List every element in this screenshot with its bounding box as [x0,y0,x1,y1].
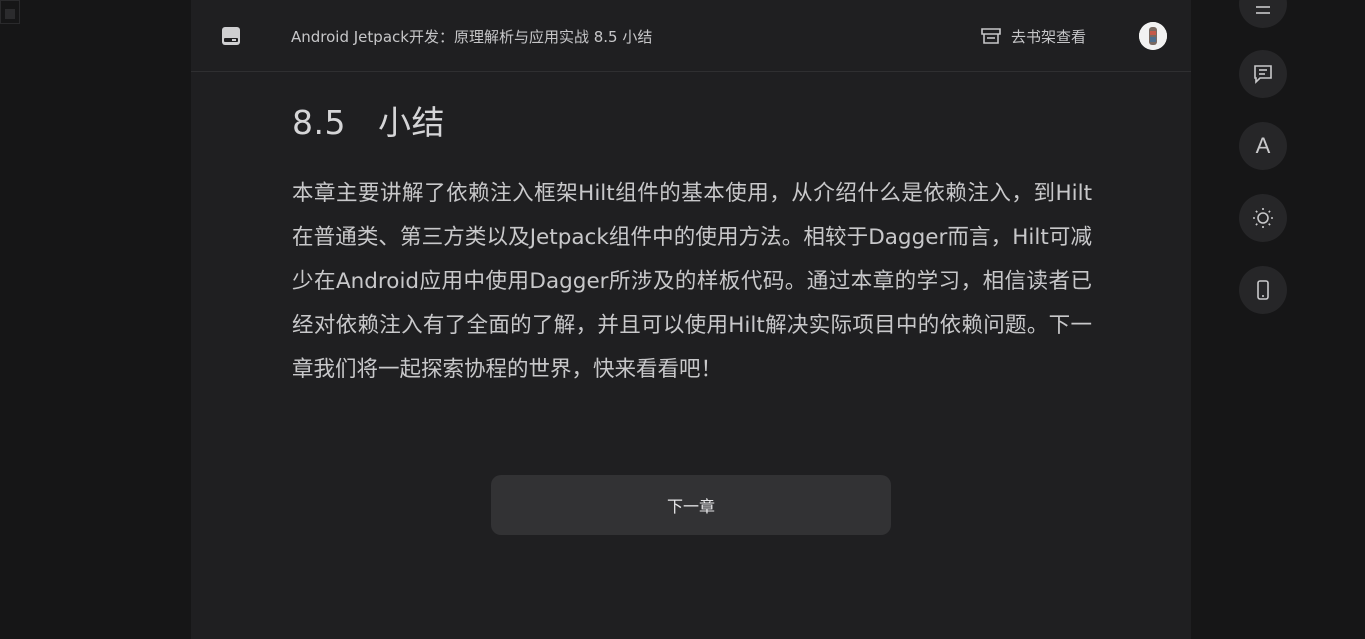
comment-button[interactable] [1239,50,1287,98]
menu-icon [1256,6,1270,14]
font-button[interactable]: A [1239,122,1287,170]
chapter-number: 8.5 [292,103,346,142]
next-chapter-button[interactable]: 下一章 [491,475,891,535]
chapter-body-text: 本章主要讲解了依赖注入框架Hilt组件的基本使用，从介绍什么是依赖注入，到Hil… [292,181,1092,382]
comment-icon [1254,65,1272,84]
menu-button[interactable] [1239,0,1287,28]
chapter-heading: 8.5 小结 [292,96,445,144]
avatar[interactable] [1139,22,1167,50]
bookshelf-icon [979,24,1003,48]
phone-icon [1257,280,1269,300]
book-title: Android Jetpack开发：原理解析与应用实战 8.5 小结 [291,28,653,46]
go-to-bookshelf-button[interactable]: 去书架查看 [979,24,1086,48]
font-icon: A [1255,133,1271,158]
chapter-title: 小结 [377,103,445,142]
reader-top-bar: Android Jetpack开发：原理解析与应用实战 8.5 小结 去书架查看 [191,0,1191,72]
window-corner-control [0,0,20,24]
reader-panel: Android Jetpack开发：原理解析与应用实战 8.5 小结 去书架查看… [191,0,1191,639]
brightness-icon [1253,208,1273,228]
book-icon[interactable] [221,26,241,46]
phone-read-button[interactable] [1239,266,1287,314]
bookshelf-label: 去书架查看 [1011,27,1087,46]
brightness-button[interactable] [1239,194,1287,242]
